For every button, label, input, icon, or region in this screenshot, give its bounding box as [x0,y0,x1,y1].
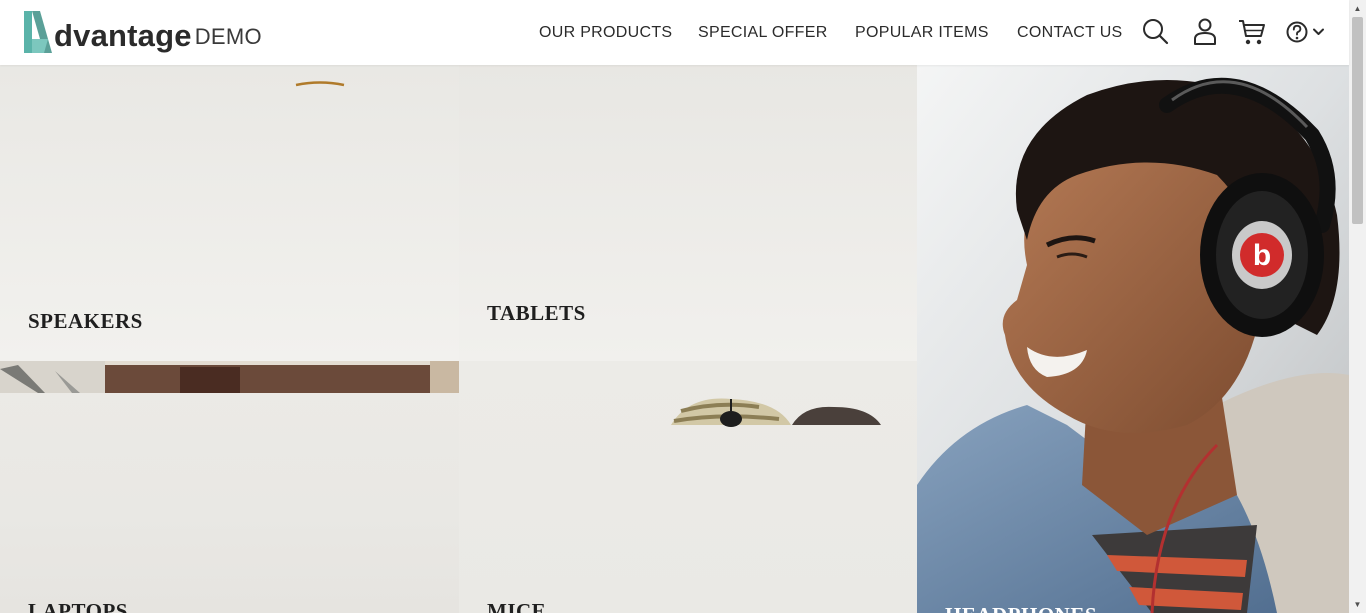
brand-logo[interactable]: dvantage DEMO [22,9,262,55]
category-tile-laptops[interactable]: LAPTOPS [0,361,459,613]
nav-our-products[interactable]: OUR PRODUCTS [539,24,672,42]
scroll-thumb[interactable] [1352,17,1363,224]
laptop-image [0,361,459,393]
category-tile-speakers[interactable]: SPEAKERS [0,65,459,361]
category-label-headphones: HEADPHONES [945,603,1097,613]
category-label-tablets: TABLETS [487,301,586,325]
chevron-down-icon [1313,28,1324,35]
nav-contact-us[interactable]: CONTACT US [1017,24,1123,42]
help-icon[interactable] [1284,17,1328,47]
headphones-model-image: b [917,65,1349,613]
category-label-laptops: LAPTOPS [28,599,128,613]
nav-special-offer[interactable]: SPECIAL OFFER [698,24,828,42]
scroll-down-arrow-icon[interactable]: ▼ [1349,596,1366,613]
category-label-mice: MICE [487,599,547,613]
brand-name: dvantage [54,18,192,53]
category-tile-tablets[interactable]: TABLETS [459,65,917,361]
scroll-up-arrow-icon[interactable]: ▲ [1349,0,1366,17]
category-tile-mice[interactable]: MICE [459,361,917,613]
brand-suffix: DEMO [194,24,262,49]
page-scrollbar[interactable]: ▲ ▼ [1349,0,1366,613]
mouse-image [671,398,881,427]
cart-icon[interactable] [1237,17,1267,47]
logo-mark-icon [24,11,52,53]
svg-text:b: b [1253,239,1271,272]
nav-popular-items[interactable]: POPULAR ITEMS [855,24,989,42]
user-icon[interactable] [1190,17,1220,47]
category-label-speakers: SPEAKERS [28,309,143,333]
search-icon[interactable] [1141,17,1171,47]
category-tile-headphones[interactable]: b HEADPHONES [917,65,1349,613]
site-header: dvantage DEMO OUR PRODUCTS SPECIAL OFFER… [0,0,1349,65]
